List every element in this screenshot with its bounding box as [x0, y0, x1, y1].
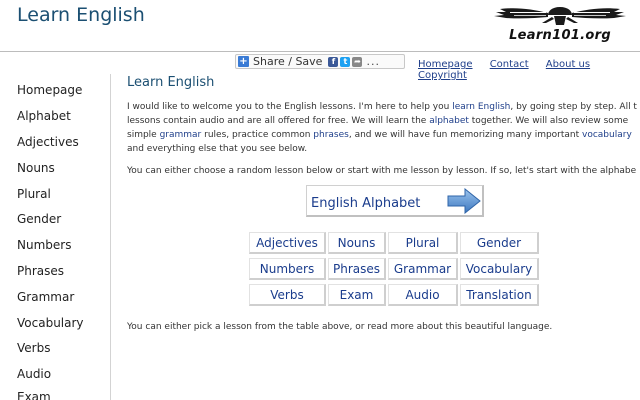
- welcome-paragraph: I would like to welcome you to the Engli…: [127, 100, 640, 156]
- sidebar-item-alphabet[interactable]: Alphabet: [17, 109, 71, 123]
- text-run: rules, practice common: [201, 130, 314, 140]
- sidebar-item-grammar[interactable]: Grammar: [17, 290, 74, 304]
- phrases-link[interactable]: phrases: [313, 130, 349, 140]
- sidebar-item-plural[interactable]: Plural: [17, 187, 51, 201]
- sidebar-item-gender[interactable]: Gender: [17, 212, 61, 226]
- share-arrow-icon[interactable]: ➦: [352, 56, 363, 67]
- lesson-vocabulary[interactable]: Vocabulary: [460, 258, 539, 280]
- text-run: lessons contain audio and are all offere…: [127, 116, 430, 126]
- lesson-numbers[interactable]: Numbers: [249, 258, 326, 280]
- lesson-translation[interactable]: Translation: [460, 284, 539, 306]
- lesson-grammar[interactable]: Grammar: [388, 258, 458, 280]
- arrow-right-icon: [447, 188, 481, 214]
- lesson-plural[interactable]: Plural: [388, 232, 458, 254]
- main-content: Learn English I would like to welcome yo…: [127, 75, 640, 178]
- page-header: Learn English Learn101.org: [0, 0, 640, 52]
- topnav-about-us[interactable]: About us: [546, 59, 590, 70]
- text-run: simple: [127, 130, 160, 140]
- facebook-icon[interactable]: f: [328, 56, 339, 67]
- winged-disk-icon: [494, 7, 626, 25]
- lesson-audio[interactable]: Audio: [388, 284, 458, 306]
- sidebar: Homepage Alphabet Adjectives Nouns Plura…: [0, 74, 111, 400]
- grammar-link[interactable]: grammar: [160, 130, 202, 140]
- text-run: together. We will also review some: [468, 116, 629, 126]
- lesson-gender[interactable]: Gender: [460, 232, 539, 254]
- sidebar-item-audio[interactable]: Audio: [17, 367, 51, 381]
- english-alphabet-button[interactable]: English Alphabet: [306, 185, 484, 217]
- text-run: , by going step by step. All t: [510, 102, 637, 112]
- site-title[interactable]: Learn English: [17, 4, 145, 26]
- footer-paragraph: You can either pick a lesson from the ta…: [127, 322, 553, 332]
- sidebar-item-phrases[interactable]: Phrases: [17, 264, 64, 278]
- lesson-verbs[interactable]: Verbs: [249, 284, 326, 306]
- logo-text: Learn101.org: [509, 28, 611, 43]
- twitter-icon[interactable]: t: [340, 56, 351, 67]
- learn101-logo[interactable]: Learn101.org: [492, 3, 628, 49]
- sidebar-item-nouns[interactable]: Nouns: [17, 161, 55, 175]
- sidebar-item-numbers[interactable]: Numbers: [17, 238, 71, 252]
- topnav-contact[interactable]: Contact: [490, 59, 529, 70]
- intro-paragraph: You can either choose a random lesson be…: [127, 166, 637, 176]
- text-run: , and we will have fun memorizing many i…: [348, 130, 583, 140]
- sidebar-item-homepage[interactable]: Homepage: [17, 83, 82, 97]
- text-run: and everything else that you see below.: [127, 144, 308, 154]
- sidebar-item-adjectives[interactable]: Adjectives: [17, 135, 79, 149]
- plus-icon: +: [238, 56, 249, 67]
- vocabulary-link[interactable]: vocabulary: [582, 130, 632, 140]
- lesson-exam[interactable]: Exam: [328, 284, 386, 306]
- learn-english-link[interactable]: learn English: [452, 102, 510, 112]
- alphabet-link[interactable]: alphabet: [429, 116, 469, 126]
- topnav-homepage[interactable]: Homepage: [418, 59, 473, 70]
- sidebar-item-exam[interactable]: Exam: [17, 390, 51, 400]
- share-save-widget[interactable]: + Share / Save f t ➦ ...: [235, 54, 405, 69]
- lesson-phrases[interactable]: Phrases: [328, 258, 386, 280]
- more-share-options[interactable]: ...: [366, 55, 380, 68]
- sidebar-item-vocabulary[interactable]: Vocabulary: [17, 316, 84, 330]
- sidebar-item-verbs[interactable]: Verbs: [17, 341, 50, 355]
- lesson-nouns[interactable]: Nouns: [328, 232, 386, 254]
- text-run: I would like to welcome you to the Engli…: [127, 102, 453, 112]
- lesson-adjectives[interactable]: Adjectives: [249, 232, 326, 254]
- share-label: Share / Save: [253, 55, 323, 68]
- page-title: Learn English: [127, 75, 215, 90]
- english-alphabet-label: English Alphabet: [311, 196, 421, 211]
